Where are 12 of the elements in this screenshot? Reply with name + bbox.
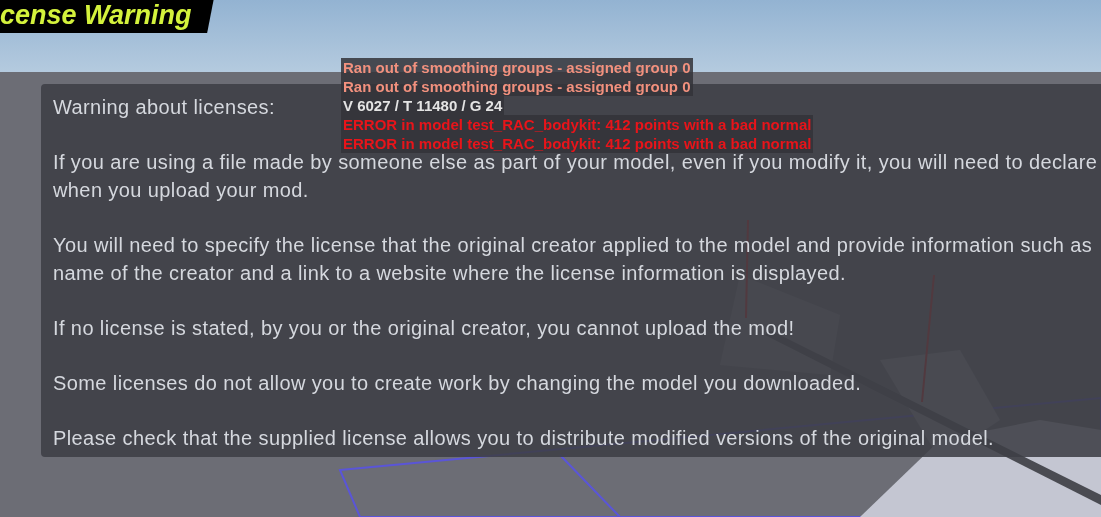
log-message: V 6027 / T 11480 / G 24 (341, 96, 505, 115)
warning-paragraph: You will need to specify the license that the original creator applied to the model and provide information such as name of the creator and a link to a website where the license information is displayed. (53, 233, 1093, 286)
warning-paragraph: If no license is stated, by you or the original creator, you cannot upload the mod! (53, 316, 795, 341)
log-message: ERROR in model test_RAC_bodykit: 412 points with a bad normal (341, 134, 814, 153)
warning-paragraph: If you are using a file made by someone else as part of your model, even if you modify it, you will need to declare when you upload your mod. (53, 151, 1098, 203)
panel-heading: Warning about licenses: (53, 95, 275, 120)
warning-paragraph: Please check that the supplied license allows you to distribute modified versions of the original model. (53, 426, 994, 451)
log-message: Ran out of smoothing groups - assigned group 0 (341, 58, 693, 77)
warning-paragraph: Some licenses do not allow you to create work by changing the model you downloaded. (53, 371, 862, 396)
window-title: cense Warning (0, 0, 214, 33)
log-message: ERROR in model test_RAC_bodykit: 412 points with a bad normal (341, 115, 814, 134)
log-message: Ran out of smoothing groups - assigned group 0 (341, 77, 693, 96)
